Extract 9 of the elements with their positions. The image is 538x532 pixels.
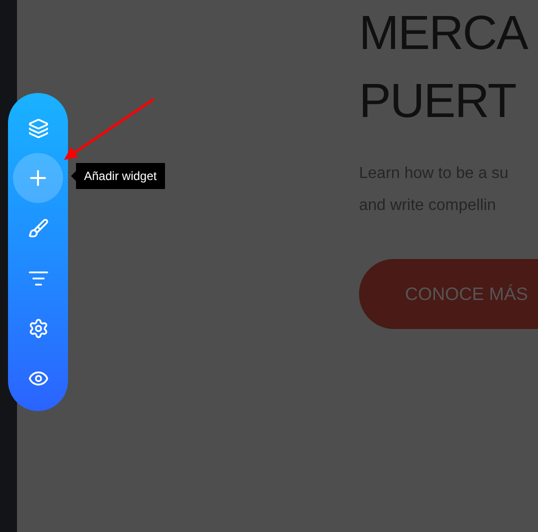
layers-icon [28, 118, 48, 138]
hero-heading: PUERT [359, 74, 516, 130]
tooltip: Añadir widget [76, 163, 165, 189]
cta-button[interactable]: CONOCE MÁS [359, 259, 538, 329]
hero-heading: MERCA [359, 6, 528, 62]
toolbar-button[interactable] [13, 153, 63, 203]
arrow-icon [62, 97, 157, 163]
brush-icon [28, 218, 48, 238]
settings-icon [28, 318, 48, 338]
